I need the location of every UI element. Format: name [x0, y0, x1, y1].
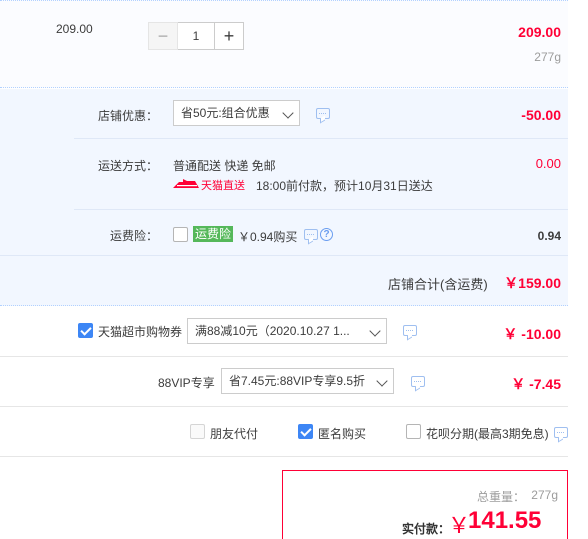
- coupon-select[interactable]: 满88减10元（2020.10.27 1...: [187, 318, 387, 344]
- coupon-row: 天猫超市购物券 满88减10元（2020.10.27 1... ￥ -10.00: [0, 307, 568, 357]
- vip-label: 88VIP专享: [158, 376, 215, 390]
- shop-discount-select-value: 省50元:组合优惠: [181, 106, 270, 120]
- shop-discount-select[interactable]: 省50元:组合优惠: [173, 100, 300, 126]
- anonymous-checkbox[interactable]: [298, 424, 313, 439]
- chevron-down-icon: [369, 325, 381, 337]
- shop-discount-amount: -50.00: [521, 107, 561, 123]
- item-weight: 277g: [534, 50, 561, 64]
- freight-insurance-label: 运费险：: [110, 229, 159, 243]
- item-total-price: 209.00: [518, 24, 561, 40]
- huabei-label: 花呗分期(最高3期免息): [426, 427, 549, 441]
- actual-payment-amount: 141.55: [468, 507, 542, 534]
- message-icon[interactable]: [411, 376, 425, 387]
- chevron-down-icon: [282, 107, 294, 119]
- freight-insurance-tag: 运费险: [193, 226, 234, 242]
- chevron-down-icon: [376, 375, 388, 387]
- shipping-method: 普通配送 快递 免邮: [173, 159, 276, 173]
- shop-discount-row: 店铺优惠： 省50元:组合优惠 -50.00: [74, 89, 568, 139]
- actual-payment-label: 实付款：: [402, 522, 451, 536]
- total-weight-label: 总重量：: [476, 490, 525, 504]
- freight-insurance-checkbox[interactable]: [173, 227, 188, 242]
- friend-pay-checkbox[interactable]: [190, 424, 205, 439]
- shipping-row: 运送方式： 普通配送 快递 免邮 天猫直送 18:00前付款，预计10月31日送…: [74, 139, 568, 210]
- vip-select-value: 省7.45元:88VIP专享9.5折: [229, 374, 366, 388]
- total-weight: 277g: [531, 488, 558, 502]
- coupon-amount: ￥ -10.00: [503, 326, 561, 342]
- tmall-direct-tag: 天猫直送: [201, 180, 245, 192]
- tmall-express-icon: [173, 179, 199, 188]
- order-item-row: 209.00 − 1 + 209.00 277g: [0, 0, 568, 88]
- message-icon[interactable]: [554, 427, 568, 438]
- quantity-input[interactable]: 1: [178, 22, 214, 50]
- vip-amount: ￥ -7.45: [511, 376, 561, 392]
- payment-summary: 总重量： 277g 实付款： ￥ 141.55: [282, 470, 568, 539]
- payment-options-row: 朋友代付 匿名购买 花呗分期(最高3期免息): [0, 407, 568, 457]
- message-icon[interactable]: [304, 229, 318, 240]
- currency-symbol: ￥: [448, 513, 471, 538]
- huabei-checkbox[interactable]: [406, 424, 421, 439]
- coupon-label: 天猫超市购物券: [98, 325, 183, 339]
- shop-total-amount: ￥159.00: [504, 275, 561, 291]
- shop-total-row: 店铺合计(含运费) ￥159.00: [0, 255, 568, 306]
- increase-quantity-button[interactable]: +: [214, 22, 244, 50]
- decrease-quantity-button[interactable]: −: [148, 22, 178, 50]
- shipping-amount: 0.00: [535, 156, 561, 171]
- freight-insurance-row: 运费险： 运费险 ￥0.94购买 ? 0.94: [74, 210, 568, 257]
- freight-insurance-amount: 0.94: [537, 229, 561, 243]
- delivery-estimate: 18:00前付款，预计10月31日送达: [256, 179, 433, 193]
- freight-insurance-price: ￥0.94购买: [238, 230, 298, 244]
- vip-row: 88VIP专享 省7.45元:88VIP专享9.5折 ￥ -7.45: [0, 357, 568, 407]
- shipping-label: 运送方式：: [98, 159, 159, 173]
- friend-pay-label: 朋友代付: [210, 427, 259, 441]
- shop-total-label: 店铺合计(含运费): [388, 277, 488, 292]
- vip-select[interactable]: 省7.45元:88VIP专享9.5折: [221, 368, 394, 394]
- quantity-stepper: − 1 +: [148, 22, 244, 50]
- coupon-checkbox[interactable]: [78, 323, 93, 338]
- anonymous-label: 匿名购买: [318, 427, 367, 441]
- coupon-select-value: 满88减10元（2020.10.27 1...: [195, 324, 350, 338]
- shop-section: 店铺优惠： 省50元:组合优惠 -50.00 运送方式： 普通配送 快递 免邮 …: [0, 89, 568, 306]
- unit-price: 209.00: [56, 22, 93, 36]
- message-icon[interactable]: [403, 325, 417, 336]
- shop-discount-label: 店铺优惠：: [98, 109, 159, 123]
- message-icon[interactable]: [316, 108, 330, 119]
- help-icon[interactable]: ?: [320, 228, 333, 241]
